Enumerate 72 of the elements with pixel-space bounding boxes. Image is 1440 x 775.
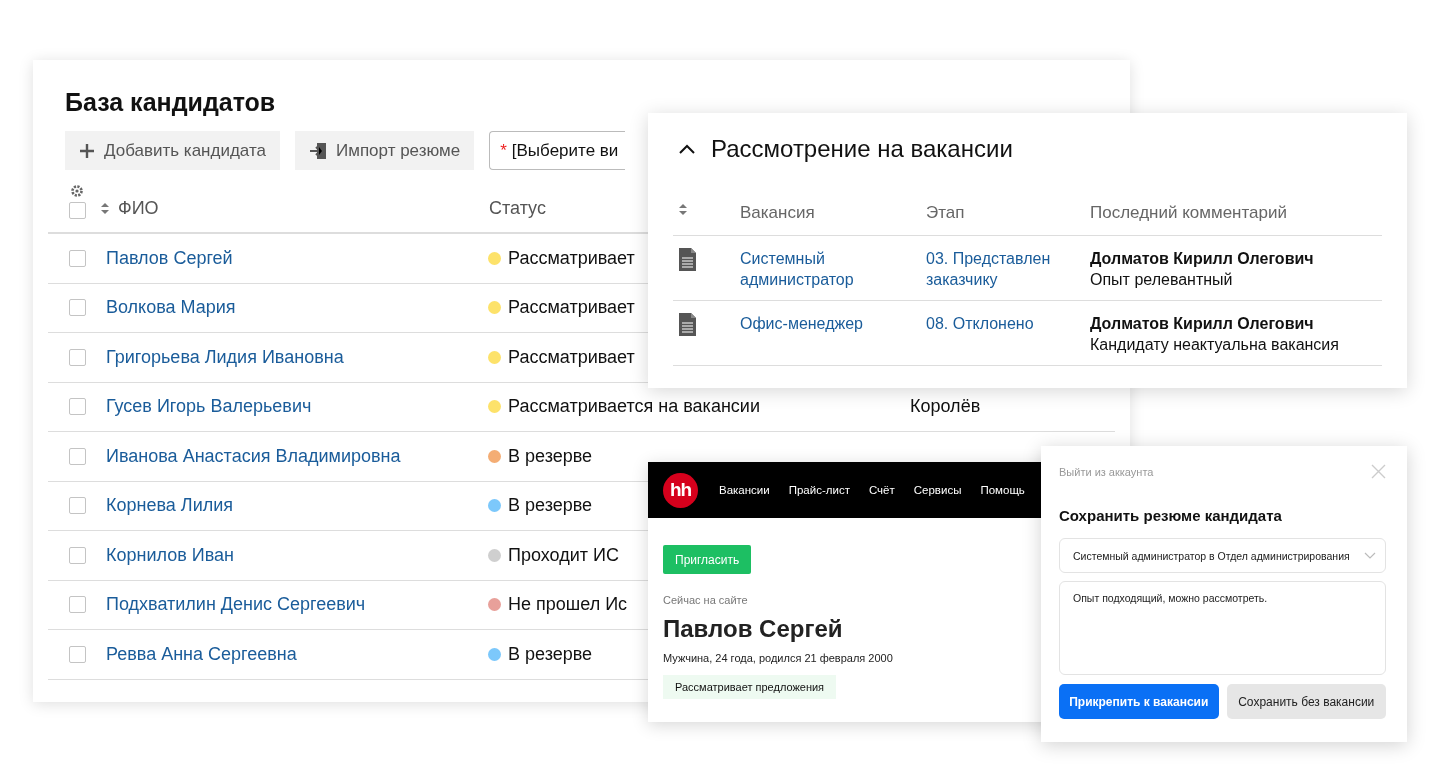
sort-icon[interactable] [678,203,688,216]
status-text: Рассматривает [508,297,635,319]
column-header[interactable]: Этап [926,203,965,223]
import-icon [309,141,327,160]
plus-icon [79,142,95,159]
nav-link[interactable]: Прайс-лист [788,484,850,496]
comment-author: Долматов Кирилл Олегович [1090,249,1315,269]
checkbox[interactable] [68,348,86,366]
checkbox[interactable] [68,596,86,614]
candidate-link[interactable]: Корнилов Иван [106,544,235,565]
status-text: Рассматривается на вакансии [508,396,760,418]
panel-title: Рассмотрение на вакансии [711,135,1013,163]
table-cell: Королёв [910,396,981,418]
status-text: В резерве [508,495,593,517]
attach-button[interactable]: Прикрепить к вакансии [1059,684,1219,719]
checkbox[interactable] [68,398,86,416]
checkbox[interactable] [68,645,86,663]
checkbox[interactable] [68,497,86,515]
nav-link[interactable]: Сервисы [913,484,962,496]
status-tag: Рассматривает предложения [663,675,837,699]
candidate-link[interactable]: Павлов Сергей [106,247,233,268]
comment-field[interactable]: Опыт подходящий, можно рассмотреть. [1059,581,1386,675]
candidate-link[interactable]: Корнева Лилия [106,495,233,516]
save-button[interactable]: Сохранить без вакансии [1226,684,1386,719]
column-header[interactable]: Последний комментарий [1090,203,1287,223]
settings-icon[interactable] [70,184,84,198]
status-text: Рассматривает [508,346,635,368]
sort-icon[interactable] [100,202,110,215]
chevron-down-icon [1364,552,1376,559]
nav-link[interactable]: Помощь [980,484,1025,496]
nav-link[interactable]: Вакансии [719,484,770,496]
candidate-details: Мужчина, 24 года, родился 21 февраля 2000 [663,652,894,664]
vacancy-link[interactable]: Офис-менеджер [740,313,896,334]
status-text: Рассматривает [508,247,635,269]
stage-link[interactable]: 03. Представлен заказчику [926,248,1072,290]
status-text: В резерве [508,445,593,467]
candidate-link[interactable]: Волкова Мария [106,297,236,318]
candidate-link[interactable]: Григорьева Лидия Ивановна [106,346,344,367]
column-header[interactable]: ФИО [118,198,159,219]
page-title: База кандидатов [65,87,277,117]
import-button[interactable]: Импорт резюме [295,131,475,170]
candidate-link[interactable]: Ревва Анна Сергеевна [106,643,297,664]
checkbox[interactable] [68,299,86,317]
comment-text: Кандидату неактуальна вакансия [1090,335,1340,355]
column-header[interactable]: Статус [489,198,546,219]
comment-author: Долматов Кирилл Олегович [1090,314,1315,334]
nav-link[interactable]: Счёт [868,484,895,496]
candidate-link[interactable]: Гусев Игорь Валерьевич [106,396,312,417]
vacancy-link[interactable]: Системный администратор [740,248,896,290]
presence-text: Сейчас на сайте [663,594,749,606]
checkbox[interactable] [68,546,86,564]
candidate-name: Павлов Сергей [663,615,844,643]
add-candidate-button[interactable]: Добавить кандидата [65,131,280,170]
comment-text: Опыт релевантный [1090,270,1234,290]
checkbox[interactable] [68,202,86,219]
document-icon [679,248,696,271]
status-text: Проходит ИС [508,544,619,566]
stage-link[interactable]: 08. Отклонено [926,313,1072,334]
status-text: Не прошел Ис [508,594,628,616]
candidate-link[interactable]: Иванова Анастасия Владимировна [106,445,401,466]
checkbox[interactable] [68,249,86,267]
candidate-link[interactable]: Подхватилин Денис Сергеевич [106,594,366,615]
close-icon[interactable] [1371,464,1386,479]
dialog-title: Сохранить резюме кандидата [1059,507,1283,524]
vacancy-dropdown[interactable]: Системный администратор в Отдел администрирования [1059,538,1386,573]
document-icon [679,313,696,336]
status-text: В резерве [508,643,593,665]
chevron-icon[interactable] [679,143,695,155]
column-header[interactable]: Вакансия [740,203,815,223]
vacancy-select-field[interactable]: * [Выберите ви [489,131,626,170]
logo[interactable]: hh [663,472,698,508]
checkbox[interactable] [68,447,86,465]
